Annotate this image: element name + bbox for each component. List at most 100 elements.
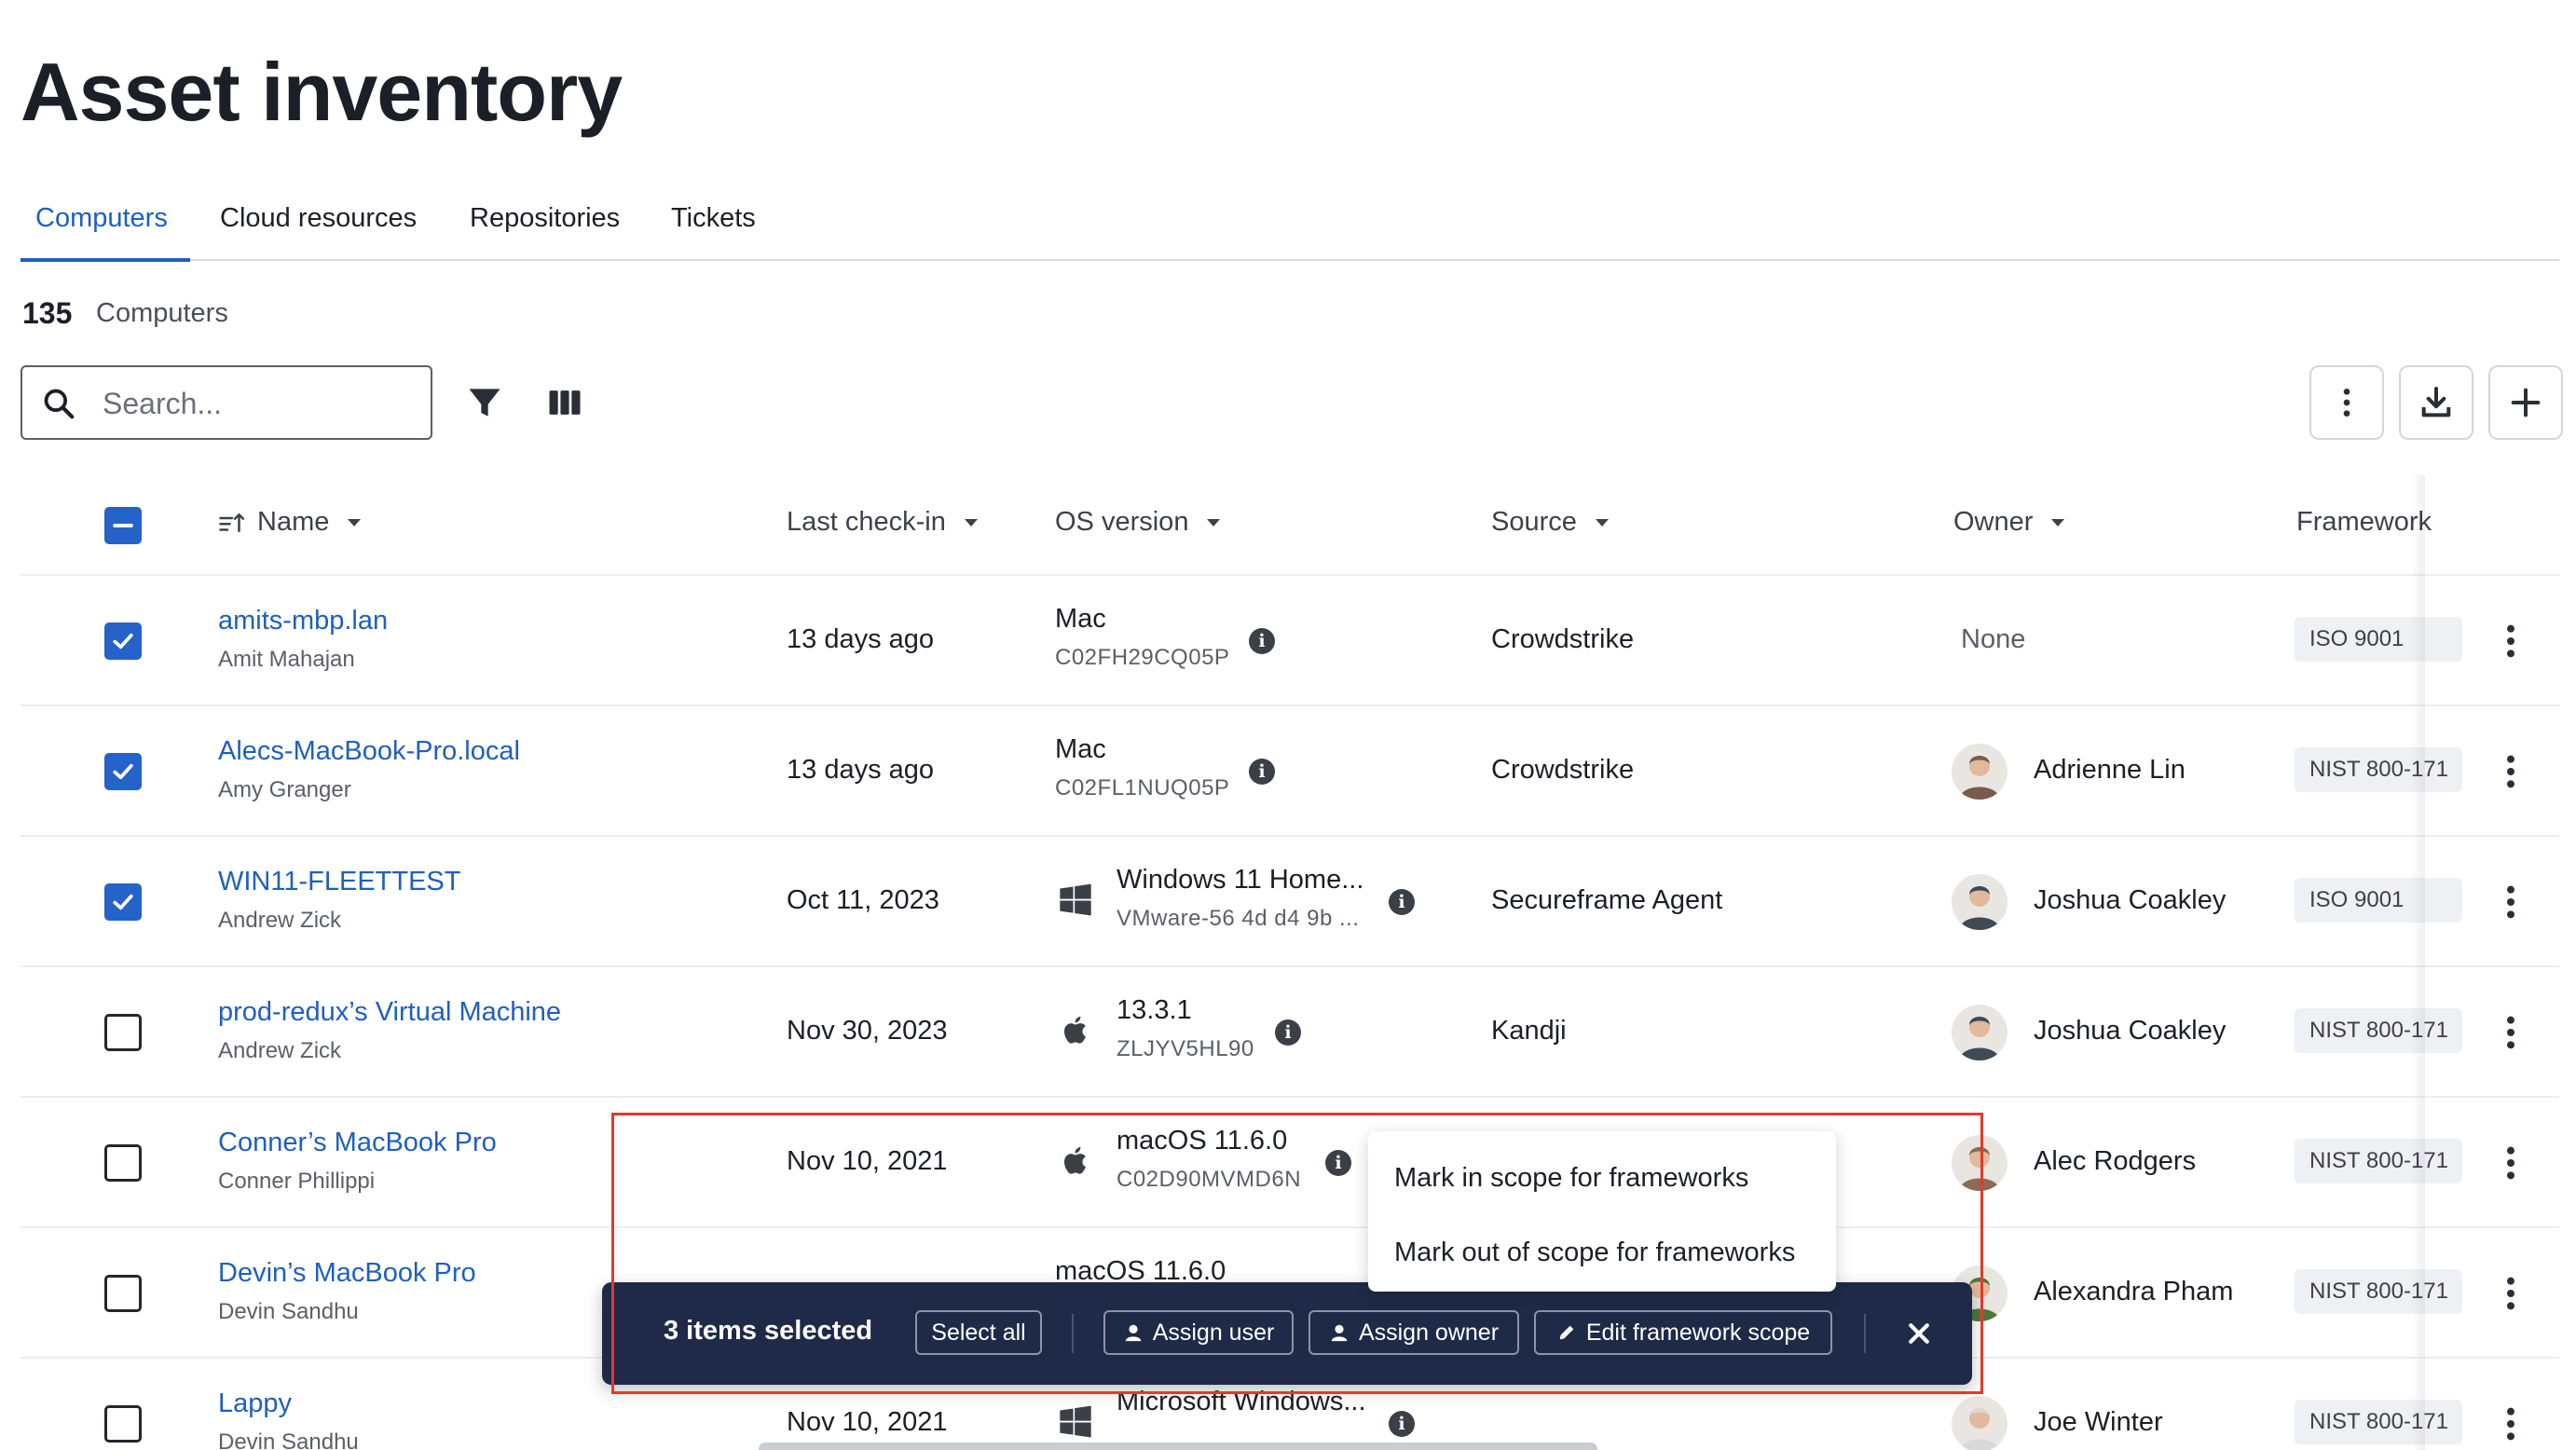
edit-framework-scope-button[interactable]: Edit framework scope <box>1534 1310 1832 1355</box>
framework-badge: ISO 9001 <box>2295 878 2462 923</box>
menu-item-mark-in-scope[interactable]: Mark in scope for frameworks <box>1394 1163 1748 1194</box>
menu-item-mark-out-of-scope[interactable]: Mark out of scope for frameworks <box>1394 1238 1795 1268</box>
table-header-row: Name Last check-in OS version Source Own… <box>21 475 2559 576</box>
computer-user: Amit Mahajan <box>218 647 355 672</box>
owner-none: None <box>1961 624 2026 654</box>
column-header-last-checkin-label: Last check-in <box>787 507 946 537</box>
more-vertical-icon[interactable] <box>2501 1275 2520 1312</box>
download-button[interactable] <box>2399 365 2473 440</box>
column-header-owner[interactable]: Owner <box>1953 507 2065 538</box>
pencil-icon <box>1559 1325 1574 1340</box>
plus-icon <box>2511 388 2541 417</box>
table-row[interactable]: WIN11-FLEETTEST Andrew Zick Oct 11, 2023 Wi… <box>21 837 2559 967</box>
chevron-down-icon <box>1207 518 1221 527</box>
assign-owner-button[interactable]: Assign owner <box>1309 1310 1519 1355</box>
more-options-button[interactable] <box>2309 365 2384 440</box>
search-input[interactable] <box>103 384 419 423</box>
owner-name: Joshua Coakley <box>2034 885 2227 915</box>
tab-cloud-resources[interactable]: Cloud resources <box>220 203 417 234</box>
avatar <box>1952 744 2007 800</box>
column-header-source[interactable]: Source <box>1491 507 1609 538</box>
framework-badge: NIST 800-171 <box>2295 747 2462 792</box>
computer-name-link[interactable]: Conner’s MacBook Pro <box>218 1128 497 1158</box>
divider <box>1072 1314 1074 1353</box>
column-header-os-version-label: OS version <box>1055 507 1189 537</box>
column-header-last-checkin[interactable]: Last check-in <box>787 507 978 538</box>
os-serial: C02FL1NUQ05P <box>1055 775 1230 800</box>
framework-badge: NIST 800-171 <box>2295 1139 2462 1183</box>
row-checkbox[interactable] <box>104 1144 142 1182</box>
filter-icon[interactable] <box>464 382 505 423</box>
edit-framework-scope-label: Edit framework scope <box>1585 1319 1811 1346</box>
more-vertical-icon[interactable] <box>2501 753 2520 790</box>
table-row[interactable]: Alecs-MacBook-Pro.local Amy Granger 13 day… <box>21 706 2559 837</box>
assign-user-label: Assign user <box>1152 1319 1275 1346</box>
table-row[interactable]: prod-redux’s Virtual Machine Andrew Zick N… <box>21 967 2559 1098</box>
os-serial: C02D90MVMD6N <box>1117 1167 1302 1192</box>
tab-computers[interactable]: Computers <box>35 203 168 234</box>
os-serial: VMware-56 4d d4 9b ... <box>1117 906 1360 931</box>
info-icon[interactable]: i <box>1249 628 1275 654</box>
bulk-action-bar: 3 items selected Select all Assign user … <box>602 1282 1972 1385</box>
avatar <box>1952 1396 2007 1450</box>
horizontal-scrollbar[interactable] <box>759 1443 1597 1450</box>
row-checkbox[interactable] <box>104 1014 142 1051</box>
info-icon[interactable]: i <box>1249 759 1275 785</box>
info-icon[interactable]: i <box>1325 1150 1351 1176</box>
row-checkbox[interactable] <box>104 1275 142 1312</box>
owner-name: Alec Rodgers <box>2034 1146 2197 1176</box>
computer-name-link[interactable]: amits-mbp.lan <box>218 606 388 636</box>
source: Crowdstrike <box>1491 624 1635 654</box>
info-icon[interactable]: i <box>1389 1411 1415 1437</box>
row-checkbox[interactable] <box>104 883 142 921</box>
horizontal-scroll-fade <box>2410 475 2425 1450</box>
computer-name-link[interactable]: Lappy <box>218 1388 292 1419</box>
tab-tickets[interactable]: Tickets <box>671 203 756 234</box>
os-version: macOS 11.6.0 <box>1117 1126 1288 1156</box>
more-vertical-icon[interactable] <box>2501 1144 2520 1182</box>
row-checkbox[interactable] <box>104 622 142 660</box>
column-header-os-version[interactable]: OS version <box>1055 507 1221 538</box>
tab-repositories[interactable]: Repositories <box>470 203 620 234</box>
computer-name-link[interactable]: Devin’s MacBook Pro <box>218 1258 476 1289</box>
person-icon <box>1331 1324 1348 1342</box>
more-vertical-icon[interactable] <box>2501 1405 2520 1443</box>
info-icon[interactable]: i <box>1275 1019 1301 1046</box>
column-header-name-label: Name <box>257 507 330 537</box>
divider <box>1864 1314 1866 1353</box>
computer-name-link[interactable]: Alecs-MacBook-Pro.local <box>218 736 520 767</box>
select-all-checkbox[interactable] <box>104 507 142 544</box>
computer-name-link[interactable]: WIN11-FLEETTEST <box>218 867 461 897</box>
owner-name: Alexandra Pham <box>2034 1277 2234 1306</box>
assign-user-button[interactable]: Assign user <box>1103 1310 1294 1355</box>
more-vertical-icon[interactable] <box>2501 622 2520 660</box>
last-checkin: Nov 30, 2023 <box>787 1016 948 1046</box>
chevron-down-icon <box>348 518 362 527</box>
row-checkbox[interactable] <box>104 1405 142 1443</box>
framework-scope-menu: Mark in scope for frameworks Mark out of… <box>1368 1131 1836 1292</box>
search-box[interactable] <box>21 365 432 440</box>
table-row[interactable]: Conner’s MacBook Pro Conner Phillippi Nov … <box>21 1098 2559 1228</box>
computer-user: Andrew Zick <box>218 908 342 933</box>
chevron-down-icon <box>2051 518 2065 527</box>
download-icon <box>2421 387 2451 417</box>
close-icon[interactable] <box>1899 1314 1939 1353</box>
tab-bar: Computers Cloud resources Repositories T… <box>21 196 2559 262</box>
more-vertical-icon[interactable] <box>2501 883 2520 921</box>
framework-badge: NIST 800-171 <box>2295 1269 2462 1314</box>
columns-icon[interactable] <box>544 382 585 423</box>
os-version: Windows 11 Home... <box>1117 865 1364 895</box>
search-icon <box>44 389 75 419</box>
windows-icon <box>1060 1405 1091 1438</box>
avatar <box>1952 874 2007 930</box>
last-checkin: Oct 11, 2023 <box>787 885 939 915</box>
add-computer-button[interactable] <box>2488 365 2563 440</box>
computer-name-link[interactable]: prod-redux’s Virtual Machine <box>218 997 561 1028</box>
column-header-name[interactable]: Name <box>218 507 362 538</box>
more-vertical-icon[interactable] <box>2501 1014 2520 1051</box>
owner-name: Joshua Coakley <box>2034 1016 2227 1046</box>
row-checkbox[interactable] <box>104 753 142 790</box>
select-all-button[interactable]: Select all <box>915 1310 1042 1355</box>
table-row[interactable]: amits-mbp.lan Amit Mahajan 13 days ago Mac C… <box>21 576 2559 706</box>
info-icon[interactable]: i <box>1389 889 1415 915</box>
